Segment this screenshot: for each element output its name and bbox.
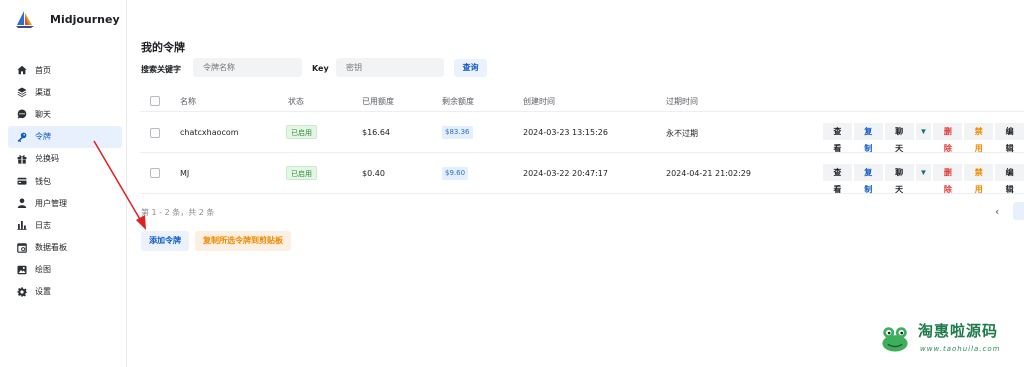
sidebar-item-label: 令牌 <box>35 132 51 142</box>
key-label: Key <box>312 64 329 73</box>
main-content: 我的令牌 搜索关键字 Key 查询 名称 状态 已用额度 剩余额度 创建时间 过… <box>127 0 1024 367</box>
select-all-checkbox[interactable] <box>150 96 160 106</box>
column-header-created-time: 创建时间 <box>523 97 555 106</box>
gift-icon <box>17 155 27 164</box>
token-name: MJ <box>180 169 190 178</box>
disable-button[interactable]: 禁用 <box>964 164 994 194</box>
sidebar-item-label: 首页 <box>35 65 51 75</box>
sailboat-logo-icon <box>16 11 34 28</box>
chat-dropdown-caret-icon[interactable]: ▼ <box>915 123 932 140</box>
row-actions: 查看 复制 聊天 ▼ 删除 禁用 编辑 <box>823 164 1024 194</box>
sidebar-item-logs[interactable]: 日志 <box>8 214 122 236</box>
search-keyword-label: 搜索关键字 <box>141 65 181 74</box>
gear-icon <box>17 287 27 297</box>
copy-button[interactable]: 复制 <box>853 123 883 153</box>
sidebar-item-label: 数据看板 <box>35 243 67 253</box>
sidebar-item-label: 用户管理 <box>35 198 67 208</box>
brand[interactable]: Midjourney <box>14 8 120 30</box>
sidebar-item-label: 钱包 <box>35 176 51 186</box>
used-quota: $16.64 <box>362 128 390 137</box>
row-checkbox[interactable] <box>150 128 160 138</box>
sidebar-item-label: 设置 <box>35 287 51 297</box>
sidebar-item-user-management[interactable]: 用户管理 <box>8 192 122 214</box>
table-row: chatcxhaocom 已启用 $16.64 $83.36 2024-03-2… <box>140 113 1024 153</box>
home-icon <box>17 65 27 75</box>
sidebar-item-channels[interactable]: 渠道 <box>8 81 122 103</box>
chat-button[interactable]: 聊天 <box>884 164 914 194</box>
table-row: MJ 已启用 $0.40 $9.60 2024-03-22 20:47:17 2… <box>140 154 1024 194</box>
add-token-button[interactable]: 添加令牌 <box>141 231 189 251</box>
sidebar-item-settings[interactable]: 设置 <box>8 281 122 303</box>
sidebar-item-home[interactable]: 首页 <box>8 59 122 81</box>
watermark-title: 淘惠啦源码 <box>918 322 999 340</box>
app-root: Midjourney 首页 渠道 聊天 令牌 兑换码 钱包 用户管理 日志 数据… <box>0 0 1024 367</box>
disable-button[interactable]: 禁用 <box>964 123 994 153</box>
sidebar: Midjourney 首页 渠道 聊天 令牌 兑换码 钱包 用户管理 日志 数据… <box>0 0 127 367</box>
current-page-button[interactable] <box>1013 202 1024 220</box>
column-header-remaining-quota: 剩余额度 <box>442 97 474 106</box>
sidebar-item-label: 兑换码 <box>35 154 59 164</box>
created-time: 2024-03-23 13:15:26 <box>523 128 608 137</box>
token-name-search-input[interactable] <box>193 58 302 77</box>
sidebar-item-label: 绘图 <box>35 265 51 275</box>
chat-dropdown-caret-icon[interactable]: ▼ <box>915 164 932 181</box>
prev-page-icon[interactable]: ‹ <box>995 205 999 218</box>
chat-bubble-icon <box>17 109 27 120</box>
remaining-quota-badge: $83.36 <box>442 126 473 139</box>
dashboard-icon <box>17 242 27 253</box>
row-actions: 查看 复制 聊天 ▼ 删除 禁用 编辑 <box>823 123 1024 153</box>
row-checkbox[interactable] <box>150 168 160 178</box>
token-name: chatcxhaocom <box>180 128 239 137</box>
sidebar-item-chat[interactable]: 聊天 <box>8 103 122 125</box>
key-icon <box>17 132 27 142</box>
sidebar-item-wallet[interactable]: 钱包 <box>8 170 122 192</box>
column-header-used-quota: 已用额度 <box>362 97 394 106</box>
frog-mascot-icon <box>882 327 908 352</box>
watermark-url: www.taohuila.com <box>920 345 1001 353</box>
layers-icon <box>17 87 27 98</box>
created-time: 2024-03-22 20:47:17 <box>523 169 608 178</box>
sidebar-item-drawing[interactable]: 绘图 <box>8 259 122 281</box>
expire-time: 永不过期 <box>666 129 698 138</box>
sidebar-item-dashboard[interactable]: 数据看板 <box>8 237 122 259</box>
status-badge: 已启用 <box>286 166 317 180</box>
wallet-icon <box>17 177 27 185</box>
app-name: Midjourney <box>50 12 120 26</box>
edit-button[interactable]: 编辑 <box>995 123 1024 153</box>
chat-button[interactable]: 聊天 <box>884 123 914 153</box>
copy-selected-tokens-button[interactable]: 复制所选令牌到剪贴板 <box>195 231 291 251</box>
sidebar-item-label: 渠道 <box>35 87 51 97</box>
sidebar-item-redeem-codes[interactable]: 兑换码 <box>8 148 122 170</box>
key-search-input[interactable] <box>336 58 444 77</box>
image-icon <box>17 265 27 274</box>
sidebar-item-tokens[interactable]: 令牌 <box>8 125 122 148</box>
expire-time: 2024-04-21 21:02:29 <box>666 169 751 178</box>
view-button[interactable]: 查看 <box>823 164 852 194</box>
table-header: 名称 状态 已用额度 剩余额度 创建时间 过期时间 <box>140 92 1024 112</box>
sidebar-nav: 首页 渠道 聊天 令牌 兑换码 钱包 用户管理 日志 数据看板 绘图 设置 <box>8 59 122 303</box>
copy-button[interactable]: 复制 <box>853 164 883 194</box>
delete-button[interactable]: 删除 <box>933 164 963 194</box>
watermark: 淘惠啦源码 www.taohuila.com <box>876 318 1016 358</box>
remaining-quota-badge: $9.60 <box>442 167 469 180</box>
sidebar-item-label: 聊天 <box>35 109 51 119</box>
used-quota: $0.40 <box>362 169 385 178</box>
column-header-status: 状态 <box>288 97 304 106</box>
page-title: 我的令牌 <box>141 41 185 54</box>
edit-button[interactable]: 编辑 <box>995 164 1024 194</box>
column-header-expire-time: 过期时间 <box>666 97 698 106</box>
bar-chart-icon <box>17 221 27 231</box>
delete-button[interactable]: 删除 <box>933 123 963 153</box>
status-badge: 已启用 <box>286 125 317 139</box>
view-button[interactable]: 查看 <box>823 123 852 153</box>
column-header-name: 名称 <box>180 97 196 106</box>
query-button[interactable]: 查询 <box>454 59 487 77</box>
pagination-summary: 第 1 - 2 条，共 2 条 <box>141 208 215 217</box>
sidebar-item-label: 日志 <box>35 220 51 230</box>
user-icon <box>17 198 27 209</box>
